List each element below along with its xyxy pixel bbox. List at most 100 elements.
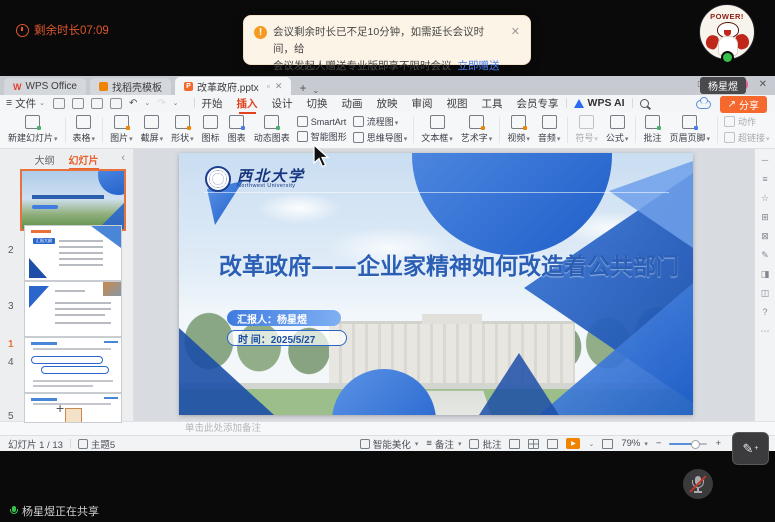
rail-more-icon[interactable]: ⋯	[761, 326, 770, 336]
ribbon-flowchart[interactable]: 流程图	[353, 115, 408, 128]
ribbon-symbol[interactable]: 符号	[571, 113, 602, 146]
tab-docer-templates[interactable]: 找稻壳模板	[90, 78, 171, 95]
ribbon-video[interactable]: 视频	[503, 113, 534, 146]
ribbon-audio[interactable]: 音频	[534, 113, 565, 146]
menu-review[interactable]: 审阅	[412, 96, 433, 111]
slide-sorter-view-icon[interactable]	[528, 439, 539, 449]
zoom-slider[interactable]	[669, 443, 707, 445]
notes-button[interactable]: ≡ 备注	[426, 437, 461, 451]
menu-home[interactable]: 开始	[202, 96, 223, 111]
menu-slideshow[interactable]: 放映	[377, 96, 398, 111]
slide-thumbnail-5[interactable]	[24, 393, 122, 423]
tab-slides[interactable]: 幻灯片	[69, 152, 99, 167]
undo-caret-icon[interactable]: ⌄	[144, 99, 150, 107]
close-tab-icon[interactable]: ✕	[275, 81, 283, 92]
ribbon-comment[interactable]: 批注	[639, 113, 665, 146]
menu-member[interactable]: 会员专享	[517, 96, 559, 111]
collapse-panel-icon[interactable]: ‹	[121, 152, 125, 164]
banner-close-icon[interactable]: ✕	[511, 24, 520, 41]
ribbon-action[interactable]: 动作	[724, 115, 770, 128]
deco-bottom-center-triangle	[479, 353, 559, 415]
new-slide-icon	[25, 115, 40, 129]
window-close-icon[interactable]: ✕	[759, 79, 767, 90]
rail-edit-icon[interactable]: ✎	[761, 250, 769, 260]
ribbon-hyperlink[interactable]: 超链接	[724, 131, 770, 144]
menu-animations[interactable]: 动画	[342, 96, 363, 111]
university-name-cn: 西北大学	[237, 169, 305, 183]
ribbon-chart[interactable]: 图表	[224, 113, 250, 146]
slide-thumbnail-2[interactable]: 汇报大纲	[24, 225, 122, 281]
rail-fill-icon[interactable]: ◨	[761, 269, 770, 279]
undo-icon[interactable]: ↶	[129, 98, 137, 109]
zoom-out-icon[interactable]: −	[656, 438, 662, 449]
insert-ribbon: 新建幻灯片 表格 图片 截屏 形状 图标 图表 动态图表 SmartArt 智能…	[0, 111, 775, 149]
comments-button[interactable]: 批注	[469, 437, 501, 451]
ribbon-icon-library[interactable]: 图标	[198, 113, 224, 146]
search-icon[interactable]	[640, 99, 649, 108]
wps-ai-icon	[574, 99, 584, 108]
workspace: 大纲 幻灯片 ‹ 1 2 汇报大纲	[0, 149, 775, 421]
save-icon[interactable]	[53, 98, 65, 109]
rail-properties-icon[interactable]: ≡	[762, 174, 767, 184]
ribbon-picture[interactable]: 图片	[106, 113, 137, 146]
normal-view-icon[interactable]	[509, 439, 520, 449]
cloud-sync-icon[interactable]	[696, 100, 711, 109]
tab-list-caret-icon[interactable]: ⌄	[312, 86, 319, 95]
wps-ai-button[interactable]: WPS AI	[574, 97, 625, 109]
zoom-in-icon[interactable]: +	[715, 438, 721, 449]
rail-favorites-icon[interactable]: ☆	[761, 193, 769, 203]
output-icon[interactable]	[72, 98, 84, 109]
menu-insert[interactable]: 插入	[237, 96, 258, 111]
ribbon-wordart[interactable]: 艺术字	[457, 113, 497, 146]
zoom-level[interactable]: 79%	[621, 438, 648, 449]
rail-selection-icon[interactable]: ⊠	[761, 231, 769, 241]
rail-resize-handle-icon[interactable]: ─	[762, 155, 768, 165]
redo-caret-icon[interactable]: ⌄	[173, 99, 179, 107]
rail-shapes-icon[interactable]: ⊞	[761, 212, 769, 222]
menu-tools[interactable]: 工具	[482, 96, 503, 111]
file-menu[interactable]: ≡ 文件 ⌄	[6, 96, 45, 111]
play-caret-icon[interactable]: ⌄	[588, 440, 594, 448]
ribbon-smart-graphic[interactable]: 智能图形	[297, 130, 347, 143]
ribbon-smartart[interactable]: SmartArt	[297, 116, 347, 127]
smart-beautify-button[interactable]: 智能美化	[360, 437, 419, 451]
play-slideshow-button[interactable]: ▶	[566, 438, 580, 449]
gift-now-link[interactable]: 立即赠送	[458, 60, 500, 72]
menu-design[interactable]: 设计	[272, 96, 293, 111]
rail-reading-icon[interactable]: ◫	[761, 288, 770, 298]
print-icon[interactable]	[91, 98, 103, 109]
current-slide[interactable]: 西北大学 Northwest University 改革政府——企业家精神如何改…	[179, 153, 693, 415]
menu-view[interactable]: 视图	[447, 96, 468, 111]
new-tab-button[interactable]: +	[299, 81, 306, 95]
ribbon-textbox[interactable]: 文本框	[417, 113, 457, 146]
fit-to-window-icon[interactable]	[602, 439, 613, 449]
slide-thumbnail-1[interactable]	[20, 169, 126, 231]
annotation-tool-button[interactable]: ✎+	[732, 432, 769, 465]
ribbon-header-footer[interactable]: 页眉页脚	[665, 113, 714, 146]
theme-button[interactable]: 主题5	[78, 437, 115, 451]
ribbon-formula[interactable]: 公式	[602, 113, 633, 146]
ribbon-table[interactable]: 表格	[69, 113, 100, 146]
mute-microphone-button[interactable]	[683, 469, 713, 499]
share-button[interactable]: ↗ 分享	[720, 96, 767, 113]
notes-bar[interactable]: 单击此处添加备注	[0, 421, 775, 435]
print-preview-icon[interactable]	[110, 98, 122, 109]
ribbon-shapes[interactable]: 形状	[167, 113, 198, 146]
ribbon-screenshot[interactable]: 截屏	[137, 113, 168, 146]
add-slide-button[interactable]: +	[56, 400, 64, 416]
pin-tab-icon[interactable]: ▫	[267, 81, 270, 92]
ribbon-mindmap[interactable]: 思维导图	[353, 131, 408, 144]
tab-outline[interactable]: 大纲	[35, 152, 55, 167]
tab-document[interactable]: P 改革政府.pptx ▫ ✕	[175, 77, 291, 95]
reading-view-icon[interactable]	[547, 439, 558, 449]
ribbon-dynamic-chart[interactable]: 动态图表	[250, 113, 294, 146]
ribbon-new-slide[interactable]: 新建幻灯片	[4, 113, 62, 146]
quick-access-toolbar: ↶ ⌄ ↷ ⌄	[53, 98, 179, 109]
slide-thumbnail-4[interactable]	[24, 337, 122, 393]
slide-thumbnail-3[interactable]	[24, 281, 122, 337]
redo-icon[interactable]: ↷	[157, 98, 165, 109]
rail-help-icon[interactable]: ?	[762, 307, 767, 317]
menu-transitions[interactable]: 切换	[307, 96, 328, 111]
tab-wps-office[interactable]: W WPS Office	[4, 78, 86, 95]
zoom-slider-knob[interactable]	[691, 440, 700, 449]
